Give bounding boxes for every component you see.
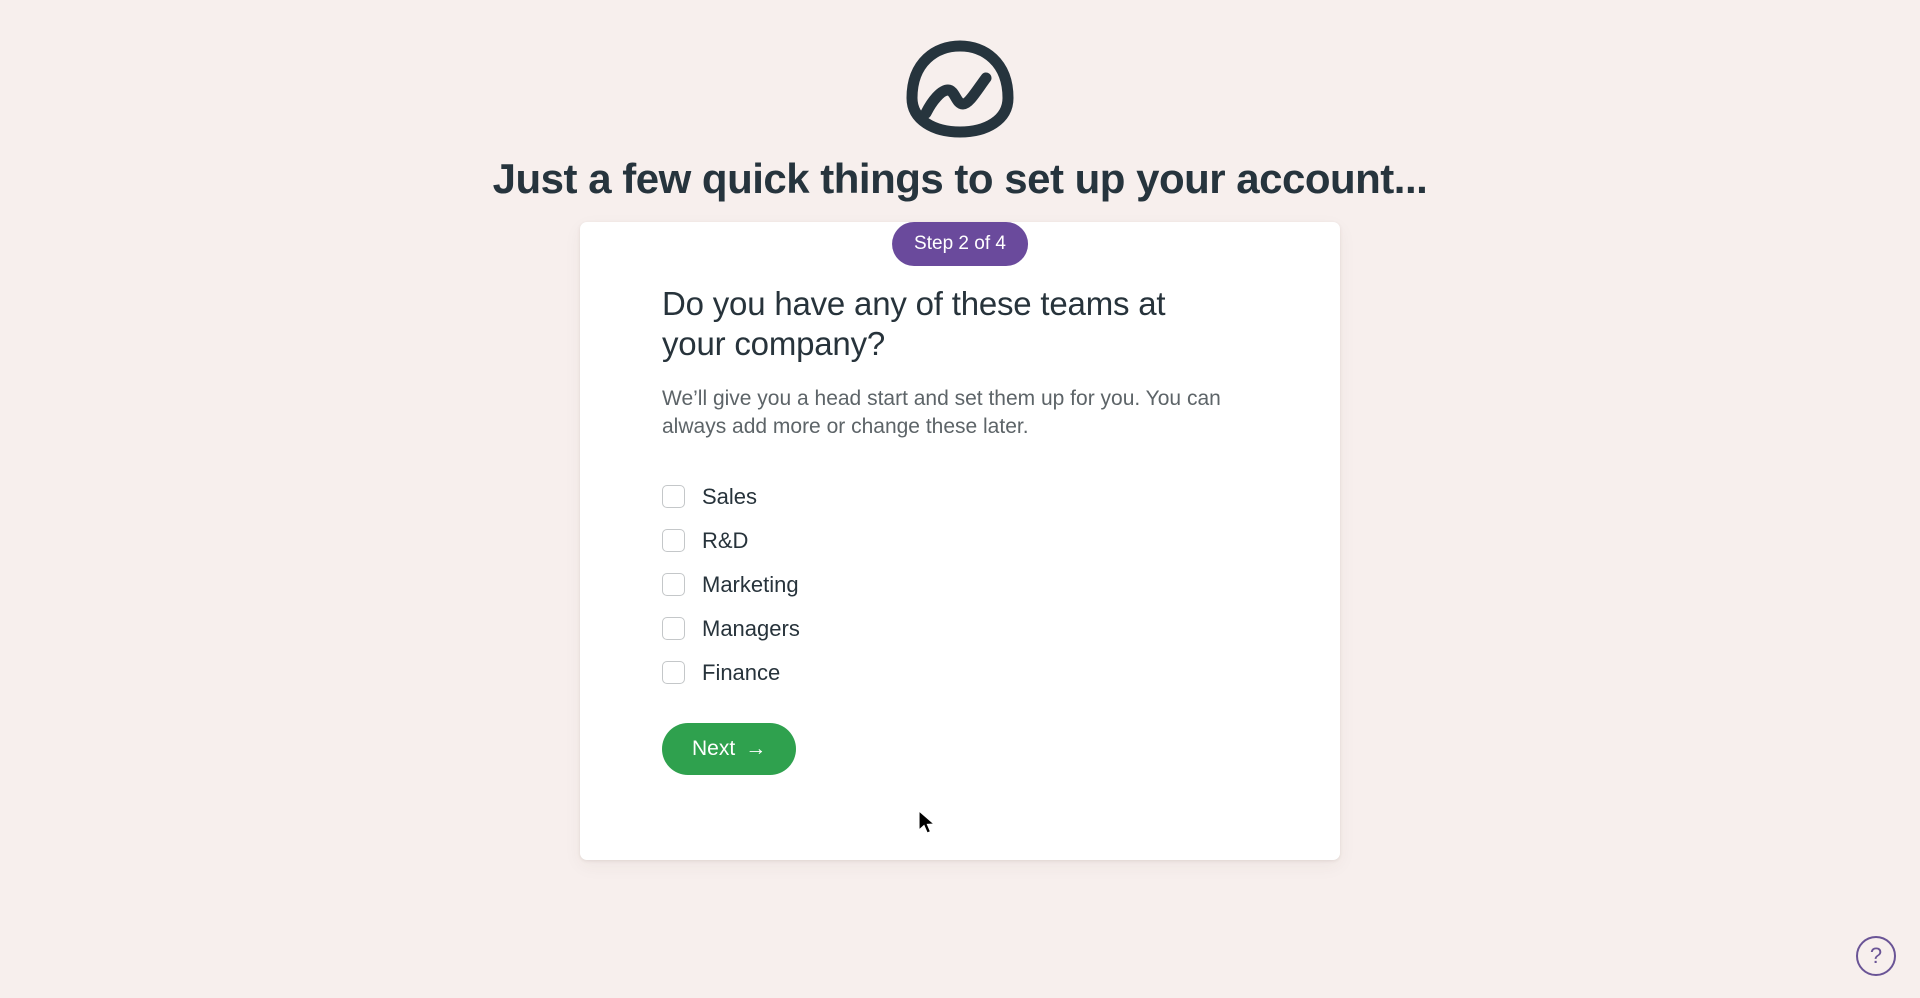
checkbox-sales[interactable] — [662, 485, 685, 509]
question-mark-icon: ? — [1869, 943, 1883, 968]
card-question-heading: Do you have any of these teams at your c… — [662, 285, 1166, 363]
team-label: R&D — [702, 527, 749, 553]
checkbox-finance[interactable] — [662, 661, 685, 685]
checkbox-marketing[interactable] — [662, 573, 685, 597]
onboarding-card-wrapper: Step 2 of 4 Do you have any of these tea… — [580, 222, 1340, 861]
page-title: Just a few quick things to set up your a… — [492, 155, 1428, 202]
next-button-label: Next — [692, 736, 736, 760]
team-label: Managers — [702, 615, 800, 641]
checkbox-rd[interactable] — [662, 529, 685, 553]
checkbox-managers[interactable] — [662, 617, 685, 641]
team-label: Marketing — [702, 571, 799, 597]
team-option-marketing[interactable]: Marketing — [662, 563, 1260, 607]
team-label: Finance — [702, 659, 781, 685]
card-subtext: We’ll give you a head start and set them… — [662, 386, 1221, 438]
team-option-finance[interactable]: Finance — [662, 651, 1260, 695]
page-header: Just a few quick things to set up your a… — [0, 0, 1920, 202]
status-badge-step: Step 2 of 4 — [892, 222, 1028, 267]
basecamp-logo-icon — [898, 36, 1022, 140]
team-option-sales[interactable]: Sales — [662, 475, 1260, 519]
team-option-rd[interactable]: R&D — [662, 519, 1260, 563]
team-checkbox-list: Sales R&D Marketing Managers Finance — [662, 475, 1260, 695]
help-button[interactable]: ? — [1856, 936, 1896, 976]
next-button[interactable]: Next → — [662, 722, 797, 775]
team-label: Sales — [702, 483, 758, 509]
arrow-right-icon: → — [745, 736, 767, 760]
team-option-managers[interactable]: Managers — [662, 607, 1260, 651]
onboarding-card: Do you have any of these teams at your c… — [580, 222, 1340, 861]
